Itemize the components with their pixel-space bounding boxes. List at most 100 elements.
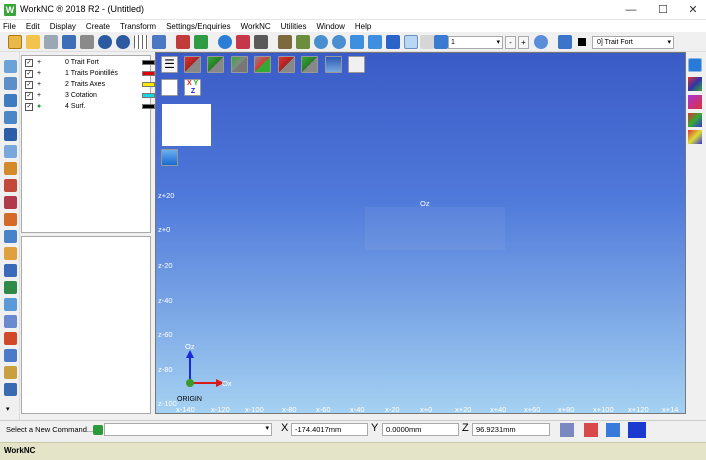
menu-edit[interactable]: Edit (26, 22, 40, 31)
save-disk-icon[interactable] (62, 35, 76, 49)
view-cube-right-icon[interactable] (207, 56, 224, 73)
layer-color-swatch[interactable] (142, 60, 155, 65)
menu-transform[interactable]: Transform (120, 22, 156, 31)
maximize-button[interactable]: ☐ (648, 2, 678, 18)
pick-point-icon[interactable] (560, 423, 574, 437)
offset-icon[interactable] (4, 230, 17, 243)
view-cube-bottom-icon[interactable] (301, 56, 318, 73)
grid-snap-icon[interactable] (420, 35, 434, 49)
layer-color-swatch[interactable] (142, 82, 155, 87)
cursor-icon[interactable] (434, 35, 448, 49)
zoom-in-icon[interactable] (332, 35, 346, 49)
crosshair-icon[interactable] (534, 35, 548, 49)
close-button[interactable]: ✕ (678, 2, 706, 18)
material-icon[interactable] (688, 95, 702, 109)
layer-plus-button[interactable]: + (518, 36, 529, 49)
menu-create[interactable]: Create (86, 22, 110, 31)
color-cube-icon[interactable] (688, 113, 702, 127)
spline-icon[interactable] (4, 111, 17, 124)
pan-icon[interactable] (350, 35, 364, 49)
layer-row[interactable]: ✓ + 1 Traits Pointillés (22, 68, 155, 79)
menu-help[interactable]: Help (355, 22, 371, 31)
grid-icon[interactable] (134, 35, 148, 49)
layer-select[interactable]: 1 ▾ (448, 36, 503, 49)
menu-settings[interactable]: Settings/Enquiries (166, 22, 230, 31)
layers-icon[interactable] (278, 35, 292, 49)
fillet-icon[interactable] (4, 247, 17, 260)
command-input[interactable]: ▾ (104, 423, 272, 436)
camera-icon[interactable] (254, 35, 268, 49)
project-icon[interactable] (4, 315, 17, 328)
open-folder-icon[interactable] (26, 35, 40, 49)
surface2-icon[interactable] (4, 196, 17, 209)
layer-row[interactable]: ✓ + 0 Trait Fort (22, 57, 155, 68)
layer-checkbox[interactable]: ✓ (25, 59, 33, 67)
text-icon[interactable] (4, 128, 17, 141)
layer-checkbox[interactable]: ✓ (25, 103, 33, 111)
axis-triad-icon[interactable]: X Y Z (184, 79, 201, 96)
view-cube-front-icon[interactable] (184, 56, 201, 73)
save-icon[interactable] (44, 35, 58, 49)
redo-icon[interactable] (116, 35, 130, 49)
undo-icon[interactable] (98, 35, 112, 49)
curve-icon[interactable] (4, 94, 17, 107)
axis-red-icon[interactable] (176, 35, 190, 49)
confirm-button-icon[interactable] (628, 422, 646, 438)
layer-color-swatch[interactable] (142, 71, 155, 76)
menu-display[interactable]: Display (50, 22, 76, 31)
x-coord-input[interactable]: -174.4017mm (291, 423, 368, 436)
color-swatch-icon[interactable] (578, 38, 586, 46)
layer-color-swatch[interactable] (142, 93, 155, 98)
menu-file[interactable]: File (3, 22, 16, 31)
trait-select[interactable]: 0] Trait Fort ▾ (592, 36, 674, 49)
layer-minus-button[interactable]: - (505, 36, 516, 49)
stack-icon[interactable] (558, 35, 572, 49)
window-icon[interactable] (152, 35, 166, 49)
trim-icon[interactable] (4, 264, 17, 277)
minimize-button[interactable]: — (616, 2, 646, 18)
boundary-icon[interactable] (4, 298, 17, 311)
globe-icon[interactable] (218, 35, 232, 49)
zoom-view-icon[interactable] (348, 56, 365, 73)
fit-view-icon[interactable] (386, 35, 400, 49)
measure-icon[interactable] (4, 332, 17, 345)
line-icon[interactable] (4, 60, 17, 73)
rotate-icon[interactable] (368, 35, 382, 49)
layer-row[interactable]: ✓ + 2 Traits Axes (22, 79, 155, 90)
menu-worknc[interactable]: WorkNC (241, 22, 271, 31)
copy-icon[interactable] (296, 35, 310, 49)
coord-system-icon[interactable] (606, 423, 620, 437)
polyline-icon[interactable] (4, 77, 17, 90)
y-coord-input[interactable]: 0.0000mm (382, 423, 459, 436)
view-cube-top-icon[interactable] (278, 56, 295, 73)
surface-icon[interactable] (4, 179, 17, 192)
menu-utilities[interactable]: Utilities (281, 22, 307, 31)
menu-window[interactable]: Window (316, 22, 344, 31)
zoom-window-icon[interactable] (314, 35, 328, 49)
new-file-icon[interactable] (8, 35, 22, 49)
print-icon[interactable] (80, 35, 94, 49)
z-coord-input[interactable]: 96.9231mm (472, 423, 550, 436)
axis-green-icon[interactable] (194, 35, 208, 49)
view-layers-icon[interactable] (325, 56, 342, 73)
view-cube-left-icon[interactable] (231, 56, 248, 73)
snap-icon[interactable] (404, 35, 418, 49)
rectangle-icon[interactable] (4, 145, 17, 158)
mirror-icon[interactable] (4, 349, 17, 362)
extrude-icon[interactable] (4, 213, 17, 226)
layer-row[interactable]: ✓ + 3 Cotation (22, 90, 155, 101)
render-mode-icon[interactable] (688, 77, 702, 91)
view-cube-blue-icon[interactable] (161, 149, 178, 166)
cube-color-icon[interactable] (236, 35, 250, 49)
viewport-menu-icon[interactable]: ☰ (161, 56, 178, 73)
view-cube-back-icon[interactable] (254, 56, 271, 73)
layer-checkbox[interactable]: ✓ (25, 81, 33, 89)
snap-mode-icon[interactable] (584, 423, 598, 437)
layer-checkbox[interactable]: ✓ (25, 92, 33, 100)
layer-checkbox[interactable]: ✓ (25, 70, 33, 78)
scroll-down-icon[interactable]: ▾ (6, 405, 10, 413)
layer-color-swatch[interactable] (142, 104, 155, 109)
pattern-icon[interactable] (4, 366, 17, 379)
circle-icon[interactable] (4, 162, 17, 175)
shading-icon[interactable] (688, 58, 702, 72)
